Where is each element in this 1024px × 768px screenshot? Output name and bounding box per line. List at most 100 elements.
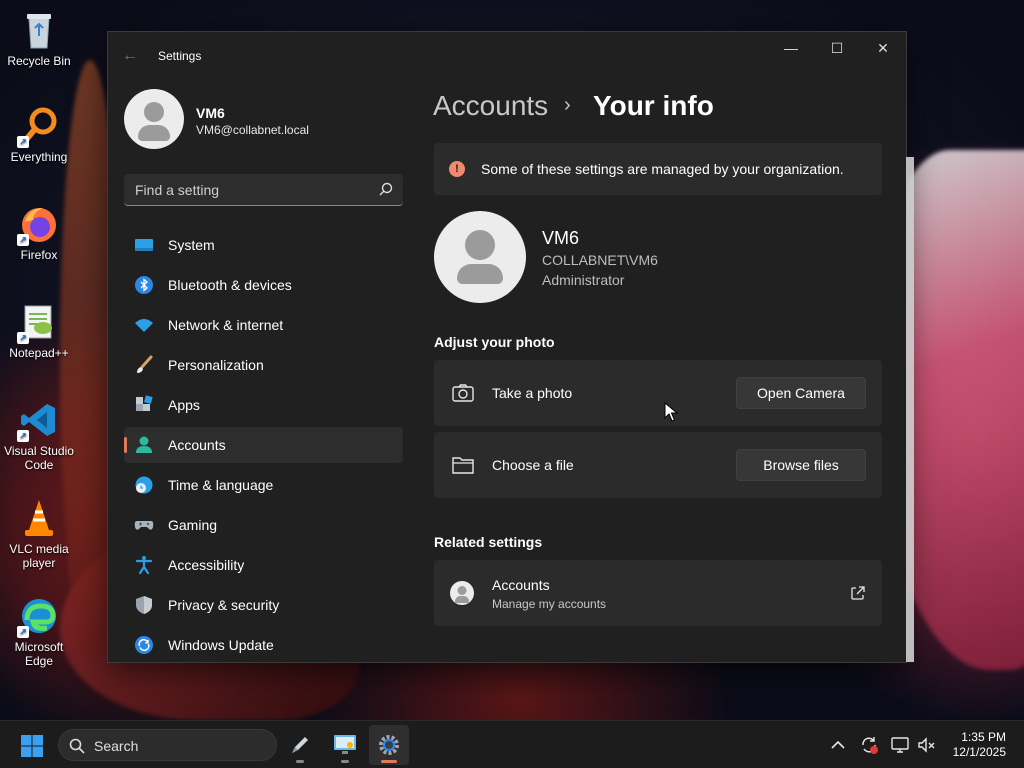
- desktop-icon-everything[interactable]: ↗ Everything: [4, 106, 74, 164]
- mouse-cursor-icon: [664, 402, 678, 422]
- clock-time: 1:35 PM: [961, 730, 1006, 744]
- sidebar-item-accounts[interactable]: Accounts: [124, 427, 403, 463]
- sidebar-item-label: Windows Update: [168, 637, 274, 653]
- choose-file-card: Choose a file Browse files: [434, 432, 882, 498]
- desktop-icon-edge[interactable]: ↗ Microsoft Edge: [4, 596, 74, 668]
- notepad-plus-plus-icon: ↗: [17, 302, 59, 344]
- desktop-icon-recycle-bin[interactable]: Recycle Bin: [4, 10, 74, 68]
- search-input[interactable]: [124, 174, 403, 205]
- back-arrow-icon[interactable]: ←: [122, 46, 142, 66]
- settings-gear-icon: [379, 735, 399, 755]
- running-indicator: [341, 760, 349, 763]
- sidebar-item-privacy-security[interactable]: Privacy & security: [124, 587, 403, 623]
- sidebar-item-apps[interactable]: Apps: [124, 387, 403, 423]
- sidebar-item-label: Personalization: [168, 357, 264, 373]
- taskbar-app-remote[interactable]: [325, 725, 365, 765]
- desktop-icon-label: Microsoft Edge: [14, 640, 64, 668]
- recycle-bin-icon: [19, 10, 59, 50]
- maximize-button[interactable]: ☐: [814, 32, 860, 64]
- minimize-button[interactable]: —: [768, 32, 814, 64]
- sidebar-item-label: Time & language: [168, 477, 274, 493]
- taskbar-app-pen[interactable]: [280, 725, 320, 765]
- settings-search[interactable]: [124, 174, 403, 206]
- shortcut-arrow-icon: ↗: [17, 626, 29, 638]
- sidebar-item-label: Apps: [168, 397, 200, 413]
- taskbar-search-label: Search: [94, 738, 139, 754]
- firefox-icon: ↗: [17, 204, 59, 246]
- brush-icon: [137, 355, 153, 373]
- managed-info-bar: ! Some of these settings are managed by …: [434, 143, 882, 195]
- update-icon: [135, 636, 153, 654]
- taskbar-search[interactable]: Search: [58, 729, 277, 761]
- related-settings-heading: Related settings: [434, 534, 543, 550]
- windows-start-icon[interactable]: [20, 734, 44, 758]
- volume-muted-icon[interactable]: [916, 735, 936, 755]
- user-name: VM6: [542, 228, 580, 248]
- choose-file-label: Choose a file: [492, 457, 574, 473]
- info-bar-text: Some of these settings are managed by yo…: [481, 161, 844, 177]
- desktop-icon-vlc[interactable]: VLC media player: [4, 498, 74, 570]
- desktop-icon-label: Everything: [10, 150, 68, 164]
- breadcrumb-parent[interactable]: Accounts: [433, 90, 548, 122]
- person-icon: [144, 102, 164, 122]
- desktop-icon-label: Firefox: [20, 248, 58, 262]
- network-icon[interactable]: [890, 735, 910, 755]
- title-bar[interactable]: ← Settings — ☐ ✕: [108, 32, 906, 80]
- chevron-right-icon: ›: [564, 94, 571, 116]
- close-button[interactable]: ✕: [860, 32, 906, 64]
- shortcut-arrow-icon: ↗: [17, 430, 29, 442]
- sidebar-item-gaming[interactable]: Gaming: [124, 507, 403, 543]
- page-title: Your info: [593, 90, 714, 121]
- person-icon: [465, 230, 495, 260]
- profile-name: VM6: [196, 105, 225, 121]
- everything-magnifier-icon: ↗: [17, 106, 59, 148]
- desktop-icon-notepad-plus-plus[interactable]: ↗ Notepad++: [4, 302, 74, 360]
- sidebar-item-windows-update[interactable]: Windows Update: [124, 627, 403, 663]
- shield-icon: [136, 596, 152, 614]
- selection-indicator: [124, 437, 127, 453]
- sidebar-item-network[interactable]: Network & internet: [124, 307, 403, 343]
- user-avatar: [434, 211, 526, 303]
- browse-files-button[interactable]: Browse files: [736, 449, 866, 481]
- sidebar-item-label: Network & internet: [168, 317, 284, 333]
- open-camera-button[interactable]: Open Camera: [736, 377, 866, 409]
- take-photo-card: Take a photo Open Camera: [434, 360, 882, 426]
- chevron-up-icon[interactable]: [828, 735, 848, 755]
- related-accounts-link[interactable]: Accounts Manage my accounts: [434, 560, 882, 626]
- info-warning-icon: !: [449, 161, 465, 177]
- profile-avatar[interactable]: [124, 89, 184, 149]
- sidebar-item-system[interactable]: System: [124, 227, 403, 263]
- desktop-icon-vscode[interactable]: ↗ Visual Studio Code: [4, 400, 74, 472]
- person-icon: [450, 581, 474, 605]
- running-indicator: [296, 760, 304, 763]
- app-title: Settings: [158, 49, 202, 63]
- accessibility-icon: [135, 556, 153, 575]
- sidebar-item-personalization[interactable]: Personalization: [124, 347, 403, 383]
- search-icon[interactable]: [379, 182, 393, 196]
- sidebar-item-time-language[interactable]: Time & language: [124, 467, 403, 503]
- wifi-icon: [135, 319, 153, 332]
- sidebar-item-label: Privacy & security: [168, 597, 280, 613]
- sidebar-item-bluetooth[interactable]: Bluetooth & devices: [124, 267, 403, 303]
- edge-icon: ↗: [17, 596, 59, 638]
- desktop-icon-label: VLC media player: [9, 542, 69, 570]
- sidebar-item-label: Gaming: [168, 517, 218, 533]
- sidebar-item-label: Accessibility: [168, 557, 245, 573]
- sync-alert-icon[interactable]: [859, 735, 879, 755]
- sidebar-item-label: Bluetooth & devices: [168, 277, 292, 293]
- sidebar-item-accessibility[interactable]: Accessibility: [124, 547, 403, 583]
- taskbar: Search 1:35 PM 12/1/2025: [0, 720, 1024, 768]
- desktop-icon-firefox[interactable]: ↗ Firefox: [4, 204, 74, 262]
- running-indicator: [381, 760, 397, 763]
- scrollbar[interactable]: [906, 157, 914, 662]
- profile-email: VM6@collabnet.local: [196, 123, 309, 137]
- search-icon: [69, 738, 85, 754]
- folder-icon: [452, 457, 474, 474]
- taskbar-app-settings[interactable]: [369, 725, 409, 765]
- settings-window: ← Settings — ☐ ✕ VM6 VM6@collabnet.local…: [107, 31, 914, 663]
- accounts-icon: [136, 436, 152, 453]
- taskbar-clock[interactable]: 1:35 PM 12/1/2025: [953, 730, 1006, 760]
- system-icon: [135, 239, 153, 251]
- remote-desktop-icon: [334, 735, 356, 754]
- shortcut-arrow-icon: ↗: [17, 332, 29, 344]
